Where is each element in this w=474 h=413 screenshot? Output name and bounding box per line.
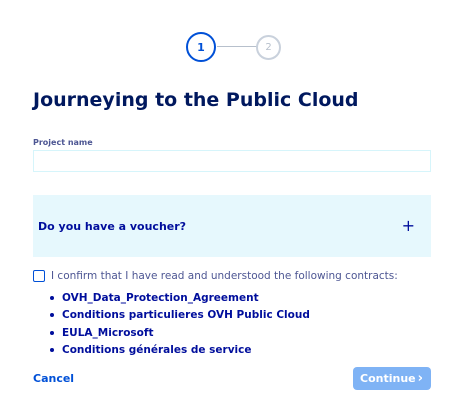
plus-icon: + bbox=[401, 216, 415, 235]
continue-button[interactable]: Continue › bbox=[353, 367, 431, 390]
voucher-toggle[interactable]: Do you have a voucher? + bbox=[33, 195, 431, 257]
bullet-icon bbox=[50, 313, 54, 318]
step-1-indicator: 1 bbox=[186, 32, 216, 62]
list-item: Conditions particulieres OVH Public Clou… bbox=[50, 307, 310, 325]
contract-link-data-protection[interactable]: OVH_Data_Protection_Agreement bbox=[62, 292, 259, 304]
bullet-icon bbox=[50, 295, 54, 300]
bullet-icon bbox=[50, 330, 54, 335]
project-name-label: Project name bbox=[33, 138, 93, 147]
list-item: Conditions générales de service bbox=[50, 342, 310, 360]
step-connector bbox=[217, 46, 257, 47]
cancel-button[interactable]: Cancel bbox=[33, 372, 74, 385]
list-item: EULA_Microsoft bbox=[50, 324, 310, 342]
page-title: Journeying to the Public Cloud bbox=[33, 89, 359, 111]
chevron-right-icon: › bbox=[417, 371, 423, 386]
list-item: OVH_Data_Protection_Agreement bbox=[50, 289, 310, 307]
step-2-indicator: 2 bbox=[256, 35, 281, 60]
confirm-row: I confirm that I have read and understoo… bbox=[33, 270, 398, 282]
confirm-label: I confirm that I have read and understoo… bbox=[51, 270, 398, 282]
voucher-label: Do you have a voucher? bbox=[38, 219, 187, 233]
bullet-icon bbox=[50, 348, 54, 353]
contract-link-public-cloud-conditions[interactable]: Conditions particulieres OVH Public Clou… bbox=[62, 309, 310, 321]
contract-link-eula-microsoft[interactable]: EULA_Microsoft bbox=[62, 327, 153, 339]
contract-link-general-conditions[interactable]: Conditions générales de service bbox=[62, 344, 251, 356]
contracts-list: OVH_Data_Protection_Agreement Conditions… bbox=[50, 289, 310, 359]
create-project-page: 1 2 Journeying to the Public Cloud Proje… bbox=[0, 0, 474, 413]
confirm-checkbox[interactable] bbox=[33, 270, 45, 282]
continue-label: Continue bbox=[360, 372, 416, 385]
stepper: 1 2 bbox=[186, 32, 282, 62]
project-name-input[interactable] bbox=[33, 150, 431, 172]
